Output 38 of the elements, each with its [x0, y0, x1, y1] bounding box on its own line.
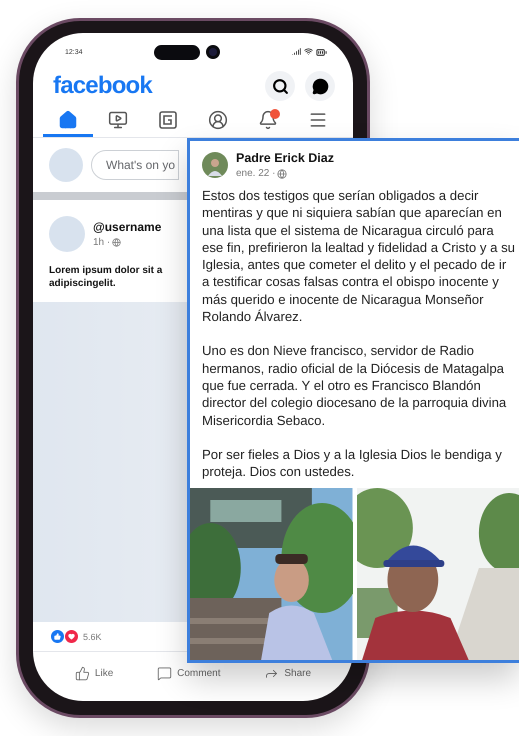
like-reaction-icon	[51, 630, 64, 643]
post-time: 1h ·	[93, 237, 110, 248]
avatar	[49, 148, 83, 182]
chat-button[interactable]	[305, 71, 335, 101]
avatar	[202, 152, 228, 178]
heart-reaction-icon	[65, 630, 78, 643]
speech-bubble-icon	[157, 666, 172, 681]
camera-cutout-drawing	[154, 44, 220, 60]
video-icon	[108, 110, 128, 130]
post-action-button[interactable]: Comment	[157, 666, 220, 681]
chat-bubble-icon	[312, 78, 328, 94]
nav-tab[interactable]	[43, 109, 93, 137]
post-time: ene. 22 ·	[236, 168, 276, 179]
post-text-line: Lorem ipsum dolor sit a	[49, 264, 162, 277]
post-author: Padre Erick Diaz	[236, 151, 334, 165]
home-icon	[58, 110, 78, 130]
globe-icon	[112, 238, 122, 247]
globe-icon	[277, 168, 288, 178]
post-paragraph: Uno es don Nieve francisco, servidor de Radio hermanos, radio oficial de la Diócesis de Matagalpa que fue cerrada. Y el otro es Francisco Blandón director del colegio diocesano de la parroquia divina Misericordia Sebaco.	[202, 342, 508, 429]
post-action-button[interactable]: Share	[264, 666, 312, 681]
battery-icon	[316, 46, 327, 58]
reaction-count: 5.6K	[83, 632, 102, 642]
status-input-field[interactable]: What's on yo	[91, 150, 179, 180]
search-icon	[272, 78, 288, 94]
profile-icon	[208, 110, 228, 130]
search-button[interactable]	[265, 71, 295, 101]
post-text-line: adipiscingelit.	[49, 277, 116, 290]
avatar	[49, 216, 85, 252]
post-paragraph: Estos dos testigos que serían obligados a decir mentiras y que ni siquiera sabían que aparecían en una lista que el sistema de Nicaragua circuló para ese fin, prefirieron la lealtad y fidelidad a Cristo y a su Iglesia, antes que cometer el delito y el pecado de ir a testificar cosas falsas contra el obispo inocente y más querido e inocente de Nicaragua Monseñor Rolando Álvarez.	[202, 187, 515, 326]
square-icon	[158, 110, 178, 130]
post-paragraph: Por ser fieles a Dios y a la Iglesia Dios le bendiga y proteja. Dios con ustedes.	[202, 446, 503, 480]
post-author: @username	[93, 220, 162, 234]
post-action-button[interactable]: Like	[74, 666, 114, 681]
thumbs-up-icon	[74, 666, 90, 681]
bell-icon	[258, 110, 278, 130]
signal-icon	[292, 46, 301, 56]
app-logo: facebook	[53, 72, 154, 100]
wifi-icon	[304, 46, 313, 56]
